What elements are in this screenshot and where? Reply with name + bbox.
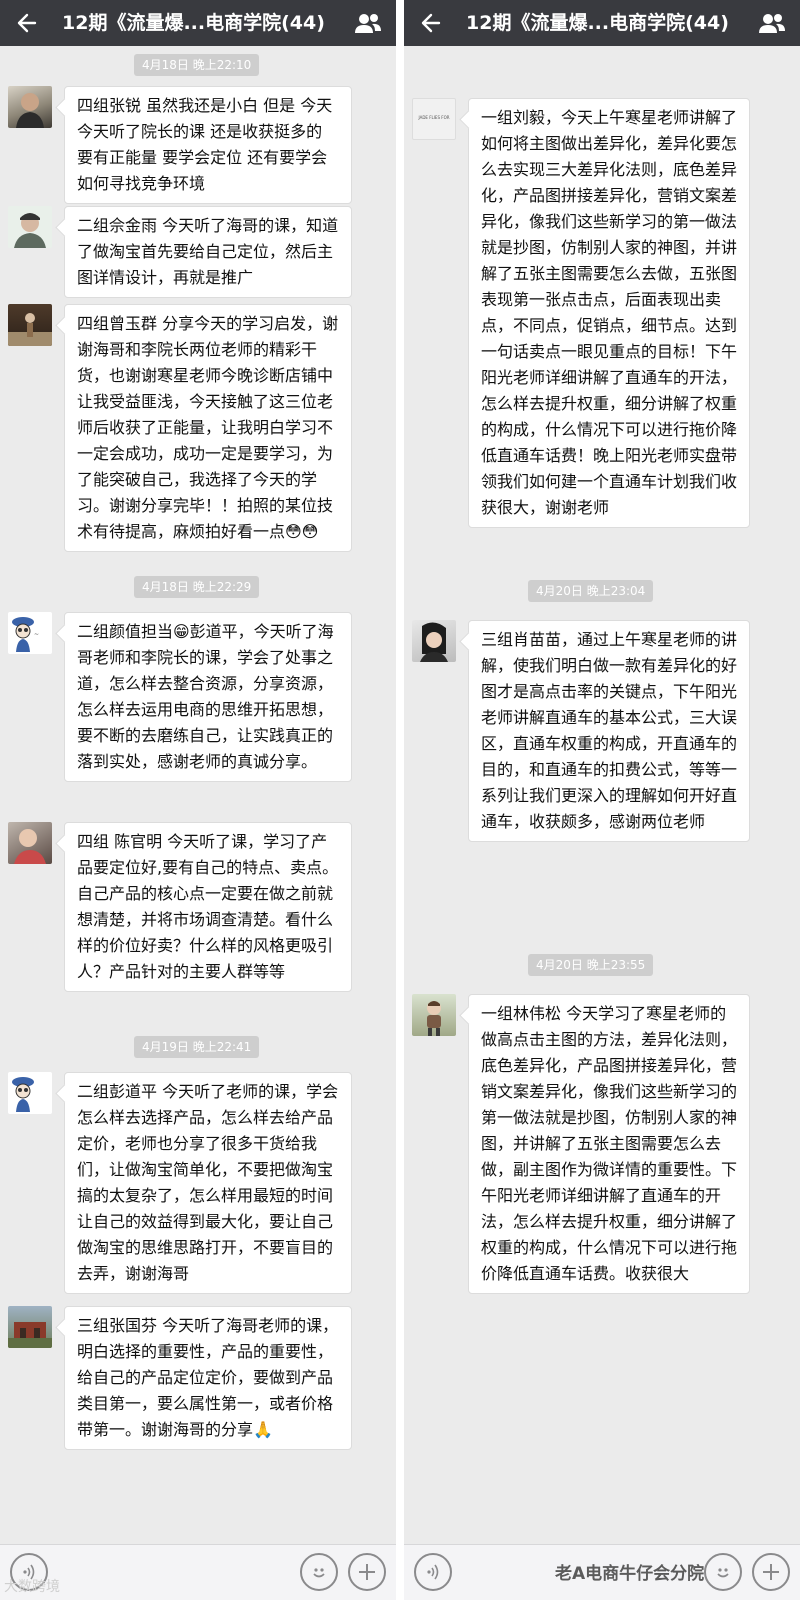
- back-arrow-icon: [421, 13, 441, 33]
- header-bar: 12期《流量爆...电商学院(44): [404, 0, 800, 46]
- message-bubble: 四组曾玉群 分享今天的学习启发，谢谢海哥和李院长两位老师的精彩干货，也谢谢寒星老…: [64, 304, 352, 552]
- avatar[interactable]: JADE FLIES FOR: [412, 98, 456, 140]
- chat-title: 12期《流量爆...电商学院(44): [62, 12, 325, 34]
- message-bubble: 二组彭道平 今天听了老师的课，学会怎么样去选择产品，怎么样去给产品定价，老师也分…: [64, 1072, 352, 1294]
- emoji-button[interactable]: [704, 1553, 742, 1591]
- group-members-button[interactable]: [346, 0, 390, 46]
- voice-icon: [427, 1564, 439, 1580]
- timestamp: 4月19日 晚上22:41: [134, 1036, 260, 1058]
- avatar[interactable]: [8, 206, 52, 248]
- plus-button[interactable]: [348, 1553, 386, 1591]
- avatar[interactable]: [8, 86, 52, 128]
- voice-button[interactable]: [414, 1553, 452, 1591]
- plus-icon: [359, 1564, 375, 1580]
- watermark: 老A电商牛仔会分院: [555, 1564, 705, 1584]
- header-bar: 12期《流量爆...电商学院(44): [0, 0, 396, 46]
- message-list[interactable]: JADE FLIES FOR 一组刘毅，今天上午寒星老师讲解了如何将主图做出差异…: [404, 46, 800, 1544]
- timestamp: 4月18日 晚上22:10: [134, 54, 260, 76]
- message-bubble: 二组佘金雨 今天听了海哥的课，知道了做淘宝首先要给自己定位，然后主图详情设计，再…: [64, 206, 352, 298]
- back-button[interactable]: [6, 0, 46, 46]
- avatar[interactable]: [8, 304, 52, 346]
- message-bubble: 四组张锐 虽然我还是小白 但是 今天今天听了院长的课 还是收获挺多的 要有正能量…: [64, 86, 352, 204]
- message-bubble: 四组 陈官明 今天听了课，学习了产品要定位好,要有自己的特点、卖点。自己产品的核…: [64, 822, 352, 992]
- avatar[interactable]: ~: [8, 612, 52, 654]
- svg-text:~: ~: [34, 631, 39, 638]
- group-members-icon: [355, 14, 381, 33]
- chat-window-right: 12期《流量爆...电商学院(44) JADE FLIES FOR 一组刘毅，今…: [404, 0, 800, 1600]
- timestamp: 4月18日 晚上22:29: [134, 576, 260, 598]
- avatar[interactable]: [412, 994, 456, 1036]
- group-members-button[interactable]: [750, 0, 794, 46]
- timestamp: 4月20日 晚上23:55: [528, 954, 654, 976]
- back-button[interactable]: [410, 0, 450, 46]
- emoji-button[interactable]: [300, 1553, 338, 1591]
- emoji-icon: [313, 1568, 325, 1578]
- group-members-icon: [759, 14, 785, 33]
- message-bubble: 二组颜值担当😁彭道平，今天听了海哥老师和李院长的课，学会了处事之道，怎么样去整合…: [64, 612, 352, 782]
- avatar-caption: JADE FLIES FOR: [418, 115, 450, 120]
- plus-button[interactable]: [752, 1553, 790, 1591]
- message-bubble: 三组张国芬 今天听了海哥老师的课，明白选择的重要性，产品的重要性，给自己的产品定…: [64, 1306, 352, 1450]
- timestamp: 4月20日 晚上23:04: [528, 580, 654, 602]
- message-list[interactable]: 4月18日 晚上22:10 四组张锐 虽然我还是小白 但是 今天今天听了院长的课…: [0, 46, 396, 1544]
- chat-window-left: 12期《流量爆...电商学院(44) 4月18日 晚上22:10 四组张锐 虽然…: [0, 0, 396, 1600]
- plus-icon: [763, 1564, 779, 1580]
- back-arrow-icon: [17, 13, 37, 33]
- chat-title: 12期《流量爆...电商学院(44): [466, 12, 729, 34]
- avatar[interactable]: [8, 1306, 52, 1348]
- avatar[interactable]: [8, 1072, 52, 1114]
- avatar[interactable]: [412, 620, 456, 662]
- emoji-icon: [717, 1568, 729, 1578]
- avatar[interactable]: [8, 822, 52, 864]
- message-bubble: 三组肖苗苗，通过上午寒星老师的讲解，使我们明白做一款有差异化的好图才是高点击率的…: [468, 620, 750, 842]
- message-bubble: 一组林伟松 今天学习了寒星老师的做高点击主图的方法，差异化法则，底色差异化，产品…: [468, 994, 750, 1294]
- watermark: 大数跨境: [4, 1579, 60, 1595]
- message-bubble: 一组刘毅，今天上午寒星老师讲解了如何将主图做出差异化，差异化要怎么去实现三大差异…: [468, 98, 750, 528]
